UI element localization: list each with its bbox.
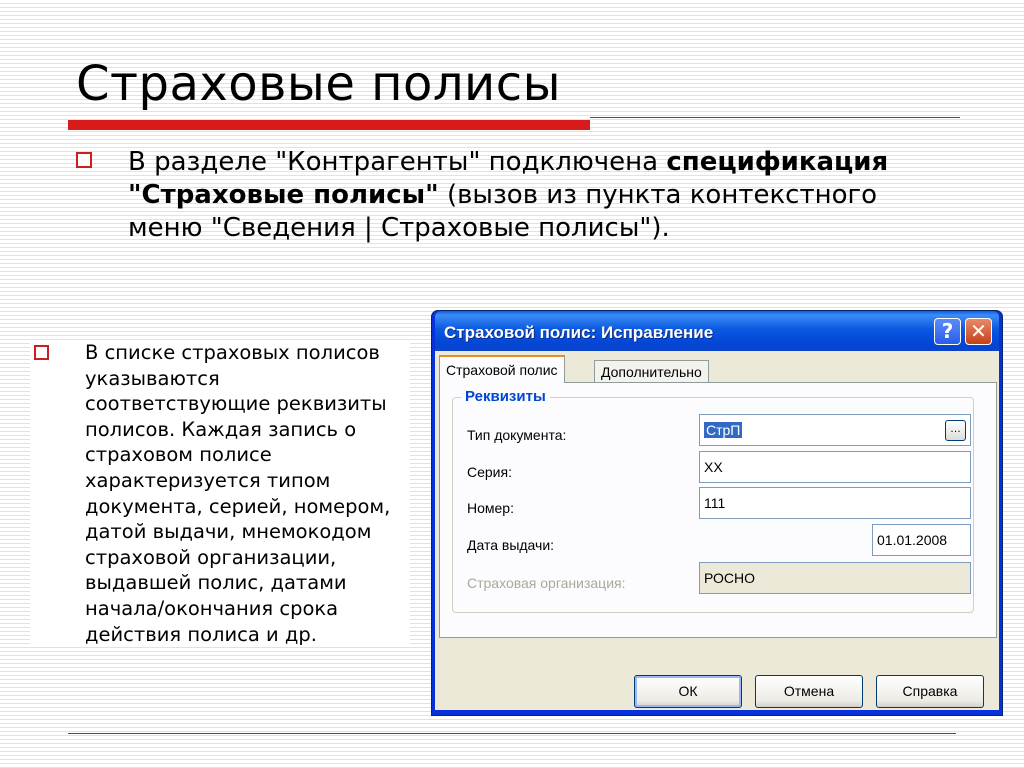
browse-button[interactable]: … [945, 420, 966, 441]
series-field[interactable]: ХХ [699, 451, 971, 483]
close-icon[interactable]: ✕ [965, 318, 992, 345]
issue-date-field[interactable]: 01.01.2008 [872, 524, 971, 556]
doc-type-value: СтрП [704, 422, 743, 438]
slide-title: Страховые полисы [76, 56, 562, 112]
bullet-2-text: В списке страховых полисов указываются с… [85, 341, 391, 646]
number-field[interactable]: 111 [699, 487, 971, 519]
number-label: Номер: [467, 500, 514, 516]
doc-type-field[interactable]: СтрП … [699, 414, 971, 446]
dialog-titlebar[interactable]: Страховой полис: Исправление ? ✕ [435, 311, 999, 351]
title-underline-thin [590, 117, 960, 118]
help-button[interactable]: Справка [876, 675, 984, 708]
bullet-item-1: В разделе "Контрагенты" подключена специ… [76, 146, 946, 245]
dialog-title: Страховой полис: Исправление [444, 323, 714, 342]
tab-insurance-policy[interactable]: Страховой полис [439, 355, 565, 383]
bullet-1-text: В разделе "Контрагенты" подключена специ… [128, 147, 889, 243]
group-title: Реквизиты [461, 388, 550, 405]
title-underline [68, 120, 590, 130]
insurer-label: Страховая организация: [467, 575, 626, 591]
insurance-policy-dialog: Страховой полис: Исправление ? ✕ Страхов… [431, 310, 1003, 716]
tab-panel: Реквизиты Тип документа: СтрП … Серия: Х… [439, 382, 997, 638]
insurer-field: РОСНО [699, 562, 971, 594]
bottom-rule [68, 733, 956, 734]
dialog-client-area: Страховой полис Дополнительно Реквизиты … [435, 351, 999, 710]
issue-date-label: Дата выдачи: [467, 537, 555, 553]
square-bullet-icon [34, 345, 49, 360]
requisites-group: Реквизиты Тип документа: СтрП … Серия: Х… [452, 388, 974, 613]
tab-additional[interactable]: Дополнительно [594, 360, 709, 383]
bullet-item-2: В списке страховых полисов указываются с… [30, 340, 410, 648]
ok-button[interactable]: ОК [634, 675, 742, 708]
series-label: Серия: [467, 464, 512, 480]
doc-type-label: Тип документа: [467, 427, 567, 443]
help-icon[interactable]: ? [934, 318, 961, 345]
square-bullet-icon [76, 152, 92, 168]
cancel-button[interactable]: Отмена [755, 675, 863, 708]
